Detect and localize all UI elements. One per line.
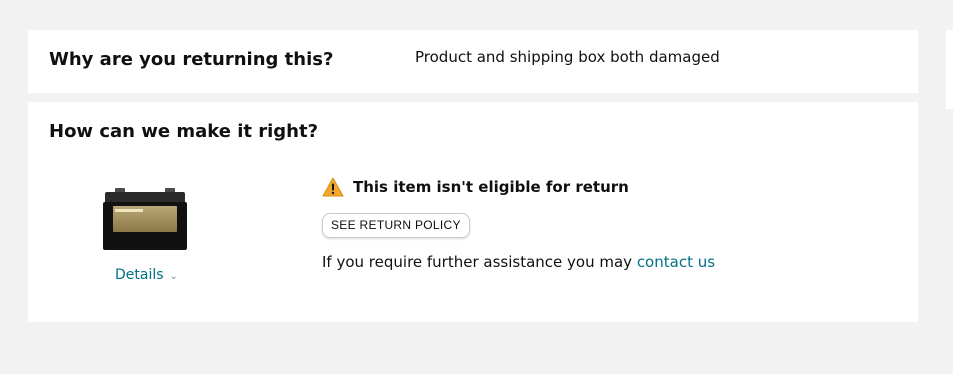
- contact-us-link[interactable]: contact us: [637, 253, 715, 271]
- warning-triangle-icon: [322, 177, 344, 197]
- resolution-heading: How can we make it right?: [49, 121, 319, 142]
- resolution-card: How can we make it right? Details ⌄ This …: [28, 102, 918, 322]
- assistance-prefix: If you require further assistance you ma…: [322, 253, 637, 271]
- return-reason-value: Product and shipping box both damaged: [415, 48, 720, 66]
- side-panel-edge: [946, 30, 953, 109]
- battery-label-stripe: [115, 209, 143, 212]
- product-image: [103, 188, 187, 250]
- chevron-down-icon: ⌄: [169, 271, 178, 282]
- see-return-policy-button[interactable]: SEE RETURN POLICY: [322, 213, 470, 238]
- product-summary: Details ⌄: [98, 188, 188, 283]
- eligibility-panel: This item isn't eligible for return SEE …: [322, 176, 882, 271]
- return-reason-card: Why are you returning this? Product and …: [28, 30, 918, 93]
- ineligible-warning-text: This item isn't eligible for return: [353, 178, 629, 196]
- details-toggle[interactable]: Details ⌄: [115, 267, 178, 283]
- ineligible-warning: This item isn't eligible for return: [322, 176, 882, 198]
- assistance-text: If you require further assistance you ma…: [322, 252, 715, 272]
- details-label: Details: [115, 267, 164, 283]
- return-reason-heading: Why are you returning this?: [49, 49, 334, 70]
